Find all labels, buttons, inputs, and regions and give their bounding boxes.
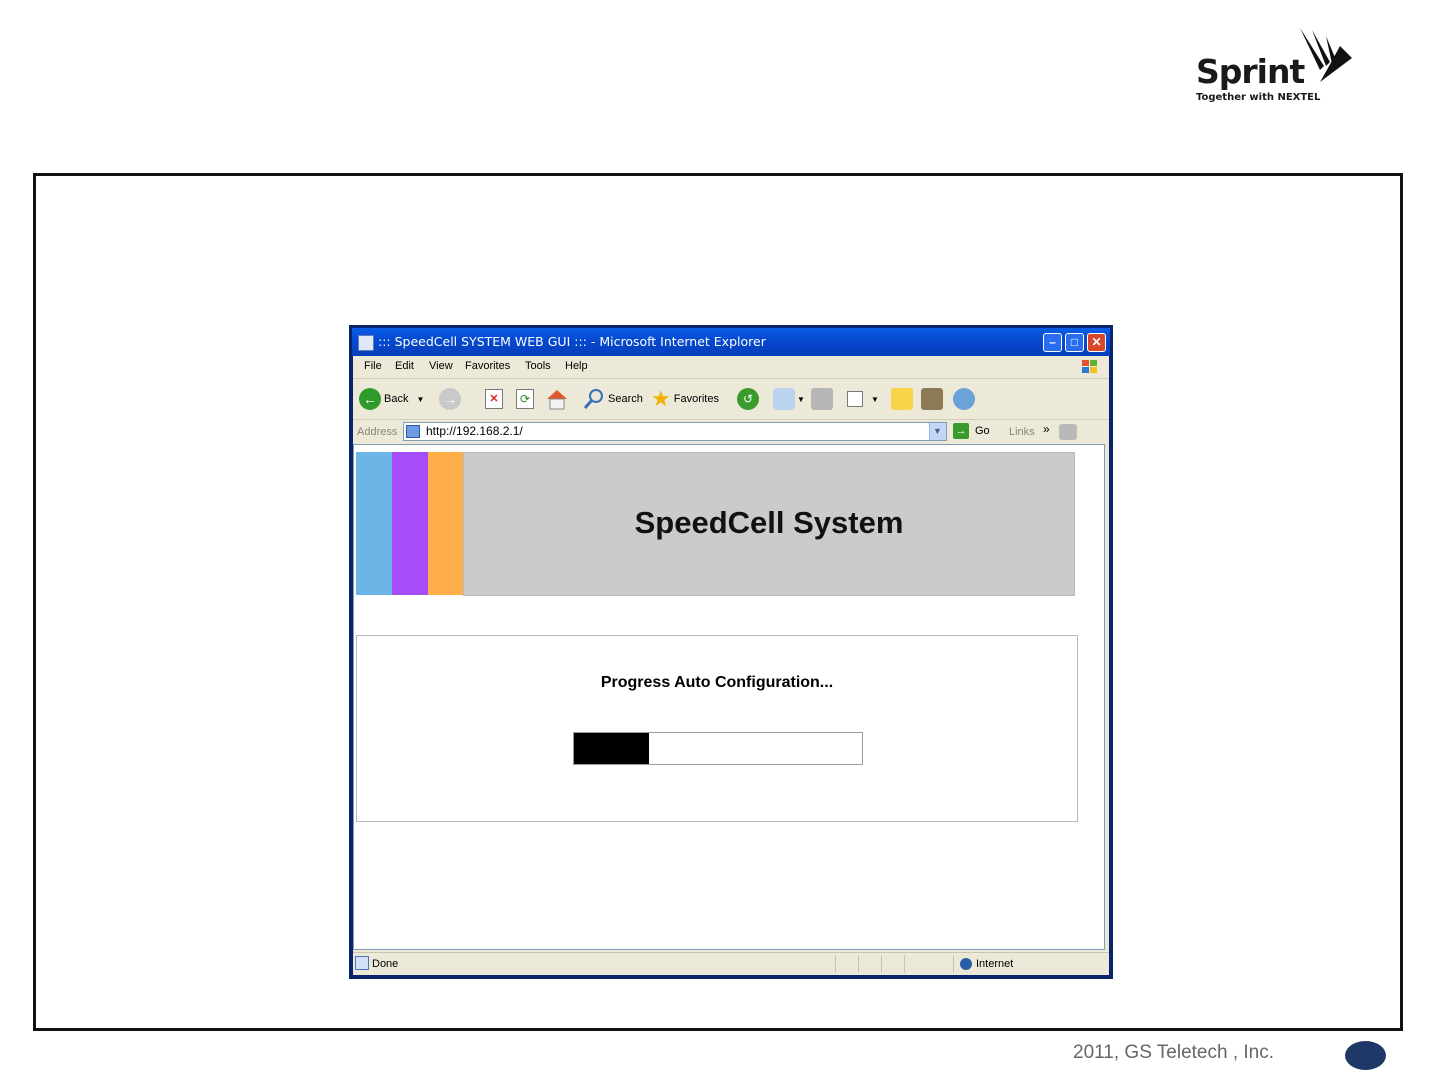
home-icon bbox=[547, 390, 567, 410]
page-viewport: SpeedCell System Progress Auto Configura… bbox=[353, 444, 1105, 950]
chevron-right-icon[interactable]: » bbox=[1043, 422, 1050, 436]
browser-chrome: File Edit View Favorites Tools Help ← Ba… bbox=[353, 356, 1109, 975]
search-button[interactable]: Search bbox=[583, 387, 643, 411]
status-divider bbox=[858, 955, 859, 973]
favorites-label: Favorites bbox=[673, 393, 719, 405]
ie-window: ::: SpeedCell SYSTEM WEB GUI ::: - Micro… bbox=[349, 325, 1113, 979]
menu-file[interactable]: File bbox=[364, 360, 382, 372]
progress-bar bbox=[573, 732, 863, 765]
menu-view[interactable]: View bbox=[429, 360, 453, 372]
address-bar: Address http://192.168.2.1/ ▼ → Go Links… bbox=[353, 420, 1109, 444]
back-button[interactable]: ← Back ▼ bbox=[359, 387, 424, 411]
address-dropdown-button[interactable]: ▼ bbox=[929, 423, 946, 440]
page-title: SpeedCell System bbox=[634, 505, 904, 540]
history-icon: ↺ bbox=[737, 388, 759, 410]
links-button[interactable]: Links bbox=[1009, 426, 1035, 438]
menu-bar: File Edit View Favorites Tools Help bbox=[353, 356, 1109, 379]
status-divider bbox=[904, 955, 905, 973]
print-button[interactable] bbox=[811, 387, 833, 411]
page-icon bbox=[406, 425, 420, 438]
status-text: Done bbox=[372, 958, 399, 970]
edit-button[interactable]: ▼ bbox=[847, 387, 879, 411]
status-divider bbox=[881, 955, 882, 973]
logo-brand: Sprint bbox=[1196, 52, 1305, 91]
minimize-icon: – bbox=[1049, 335, 1056, 349]
color-band-purple bbox=[392, 452, 428, 595]
research-icon bbox=[921, 388, 943, 410]
minimize-button[interactable]: – bbox=[1043, 333, 1062, 352]
search-label: Search bbox=[608, 393, 643, 405]
title-bar[interactable]: ::: SpeedCell SYSTEM WEB GUI ::: - Micro… bbox=[352, 328, 1110, 356]
discuss-button[interactable] bbox=[891, 387, 913, 411]
messenger-button[interactable] bbox=[953, 387, 975, 411]
chevron-down-icon: ▼ bbox=[797, 394, 805, 404]
history-button[interactable]: ↺ bbox=[737, 387, 759, 411]
color-band-blue bbox=[356, 452, 392, 595]
maximize-icon: □ bbox=[1070, 335, 1079, 349]
sprint-wing-icon bbox=[1300, 28, 1352, 82]
menu-edit[interactable]: Edit bbox=[395, 360, 414, 372]
stop-icon: ✕ bbox=[485, 389, 503, 409]
back-arrow-icon: ← bbox=[359, 388, 381, 410]
research-button[interactable] bbox=[921, 387, 943, 411]
footer-copyright: 2011, GS Teletech , Inc. bbox=[1073, 1042, 1275, 1063]
mail-button[interactable]: ▼ bbox=[773, 387, 805, 411]
tools-icon[interactable] bbox=[1059, 424, 1077, 440]
folder-icon bbox=[891, 388, 913, 410]
sprint-logo: Sprint Together with NEXTEL bbox=[1192, 26, 1362, 110]
status-divider bbox=[835, 955, 836, 973]
address-value: http://192.168.2.1/ bbox=[426, 424, 523, 438]
chevron-down-icon: ▼ bbox=[933, 426, 942, 436]
progress-fill bbox=[574, 733, 649, 764]
maximize-button[interactable]: □ bbox=[1065, 333, 1084, 352]
home-button[interactable] bbox=[545, 387, 569, 411]
favorites-button[interactable]: ★ Favorites bbox=[651, 387, 719, 411]
ie-page-icon bbox=[358, 335, 374, 351]
progress-panel: Progress Auto Configuration... bbox=[356, 635, 1078, 822]
menu-favorites[interactable]: Favorites bbox=[465, 360, 510, 372]
stop-button[interactable]: ✕ bbox=[485, 387, 503, 411]
star-icon: ★ bbox=[651, 386, 671, 411]
mail-icon bbox=[773, 388, 795, 410]
forward-arrow-icon: → bbox=[439, 388, 461, 410]
chevron-down-icon: ▼ bbox=[871, 394, 879, 404]
menu-help[interactable]: Help bbox=[565, 360, 588, 372]
logo-tagline: Together with NEXTEL bbox=[1196, 92, 1321, 103]
progress-label: Progress Auto Configuration... bbox=[600, 674, 834, 691]
go-arrow-icon: → bbox=[953, 423, 969, 439]
chevron-down-icon: ▼ bbox=[416, 394, 425, 404]
search-icon bbox=[583, 389, 603, 409]
security-zone: Internet bbox=[976, 958, 1014, 970]
menu-tools[interactable]: Tools bbox=[525, 360, 551, 372]
close-icon: ✕ bbox=[1091, 335, 1102, 349]
refresh-icon: ⟳ bbox=[516, 389, 534, 409]
windows-flag-icon bbox=[1082, 360, 1097, 373]
refresh-button[interactable]: ⟳ bbox=[516, 387, 534, 411]
header-banner: SpeedCell System bbox=[463, 452, 1075, 596]
status-bar: Done Internet bbox=[353, 952, 1109, 975]
window-title: ::: SpeedCell SYSTEM WEB GUI ::: - Micro… bbox=[378, 334, 766, 349]
close-button[interactable]: ✕ bbox=[1087, 333, 1106, 352]
go-label: Go bbox=[975, 425, 990, 437]
page-done-icon bbox=[355, 956, 369, 970]
address-label: Address bbox=[357, 426, 398, 438]
toolbar: ← Back ▼ → ✕ ⟳ Search ★ Favorites ↺ ▼ ▼ bbox=[353, 379, 1109, 420]
status-divider bbox=[953, 955, 954, 973]
forward-button[interactable]: → bbox=[439, 387, 461, 411]
edit-page-icon bbox=[847, 391, 863, 407]
address-input[interactable]: http://192.168.2.1/ ▼ bbox=[403, 422, 947, 441]
globe-icon bbox=[960, 958, 972, 970]
go-button[interactable]: → Go bbox=[953, 423, 990, 439]
page-number-badge bbox=[1345, 1041, 1386, 1070]
color-band-orange bbox=[428, 452, 463, 595]
messenger-icon bbox=[953, 388, 975, 410]
printer-icon bbox=[811, 388, 833, 410]
back-label: Back bbox=[384, 393, 409, 405]
